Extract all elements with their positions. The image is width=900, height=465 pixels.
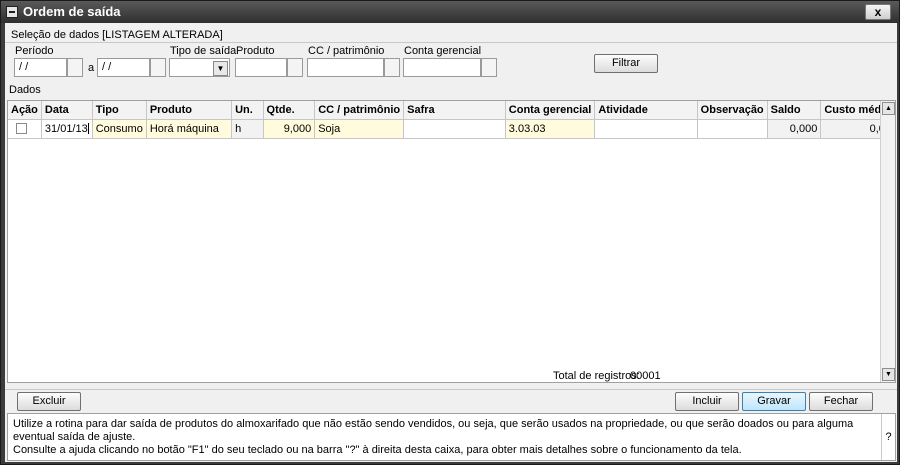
periodo-a-label: a — [88, 62, 95, 74]
periodo-start-calendar-button[interactable] — [67, 58, 83, 77]
cell-data-value: 31/01/13 — [44, 122, 88, 135]
close-button[interactable]: x — [865, 4, 891, 20]
column-header-atividade[interactable]: Atividade — [594, 101, 698, 120]
tipo-saida-label: Tipo de saída — [170, 45, 237, 57]
filtrar-button[interactable]: Filtrar — [594, 54, 658, 73]
selection-divider — [5, 42, 897, 43]
periodo-end-input[interactable]: / / — [97, 58, 150, 77]
main-window: Ordem de saída x Seleção de dados [LISTA… — [0, 0, 900, 465]
cell-conta-gerencial[interactable]: 3.03.03 — [505, 119, 596, 139]
client-area: Seleção de dados [LISTAGEM ALTERADA] Per… — [5, 23, 897, 462]
title-bar[interactable]: Ordem de saída x — [1, 1, 899, 23]
total-registros-label: Total de registros: — [553, 370, 640, 382]
incluir-button[interactable]: Incluir — [675, 392, 739, 411]
cell-qtde[interactable]: 9,000 — [263, 119, 316, 139]
conta-gerencial-input[interactable] — [403, 58, 481, 77]
column-header-conta-gerencial[interactable]: Conta gerencial — [505, 101, 596, 120]
column-header-un[interactable]: Un. — [231, 101, 264, 120]
cell-saldo: 0,000 — [767, 119, 822, 139]
cell-cc-patrimonio[interactable]: Soja — [314, 119, 405, 139]
grid-header-row: Ação Data Tipo Produto Un. Qtde. CC / pa… — [8, 101, 895, 120]
produto-label: Produto — [236, 45, 275, 57]
row-action-cell[interactable] — [8, 119, 42, 139]
column-header-safra[interactable]: Safra — [403, 101, 506, 120]
help-text: Utilize a rotina para dar saída de produ… — [13, 418, 873, 457]
help-line-2: Consulte a ajuda clicando no botão "F1" … — [13, 444, 742, 456]
excluir-button[interactable]: Excluir — [17, 392, 81, 411]
scroll-down-icon[interactable]: ▼ — [882, 368, 895, 381]
tipo-saida-select[interactable]: ▼ — [169, 58, 230, 77]
cell-atividade[interactable] — [594, 119, 698, 139]
row-checkbox[interactable] — [16, 123, 27, 135]
produto-lookup-button[interactable] — [287, 58, 303, 77]
cc-patrimonio-label: CC / patrimônio — [308, 45, 385, 57]
conta-gerencial-lookup-button[interactable] — [481, 58, 497, 77]
cc-patrimonio-lookup-button[interactable] — [384, 58, 400, 77]
column-header-observacao[interactable]: Observação — [697, 101, 768, 120]
vertical-scrollbar[interactable]: ▲ ▼ — [880, 101, 895, 382]
help-line-1: Utilize a rotina para dar saída de produ… — [13, 418, 854, 443]
column-header-data[interactable]: Data — [41, 101, 93, 120]
periodo-end-calendar-button[interactable] — [150, 58, 166, 77]
periodo-label: Período — [15, 45, 54, 57]
column-header-acao[interactable]: Ação — [8, 101, 42, 120]
scroll-up-icon[interactable]: ▲ — [882, 102, 895, 115]
grid-table: Ação Data Tipo Produto Un. Qtde. CC / pa… — [8, 101, 895, 139]
window-title: Ordem de saída — [23, 4, 121, 19]
dados-caption: Dados — [9, 84, 41, 96]
cell-un[interactable]: h — [231, 119, 264, 139]
table-row[interactable]: 31/01/13 Consumo Horá máquina h 9,000 So… — [8, 119, 895, 139]
column-header-produto[interactable]: Produto — [146, 101, 233, 120]
column-header-saldo[interactable]: Saldo — [767, 101, 822, 120]
cc-patrimonio-input[interactable] — [307, 58, 384, 77]
help-box: Utilize a rotina para dar saída de produ… — [7, 413, 896, 461]
cell-produto[interactable]: Horá máquina — [146, 119, 233, 139]
cell-observacao[interactable] — [697, 119, 768, 139]
fechar-button[interactable]: Fechar — [809, 392, 873, 411]
conta-gerencial-label: Conta gerencial — [404, 45, 482, 57]
column-header-qtde[interactable]: Qtde. — [263, 101, 316, 120]
column-header-cc-patrimonio[interactable]: CC / patrimônio — [314, 101, 405, 120]
selection-caption: Seleção de dados [LISTAGEM ALTERADA] — [11, 29, 223, 41]
text-cursor — [87, 123, 89, 135]
column-header-tipo[interactable]: Tipo — [92, 101, 147, 120]
cell-data[interactable]: 31/01/13 — [41, 119, 93, 139]
gravar-button[interactable]: Gravar — [742, 392, 806, 411]
periodo-start-input[interactable]: / / — [14, 58, 67, 77]
produto-input[interactable] — [235, 58, 287, 77]
cell-tipo[interactable]: Consumo — [92, 119, 147, 139]
help-question-button[interactable]: ? — [881, 414, 895, 460]
data-grid[interactable]: Ação Data Tipo Produto Un. Qtde. CC / pa… — [7, 100, 896, 383]
cell-safra[interactable] — [403, 119, 506, 139]
footer-divider — [5, 389, 897, 390]
chevron-down-icon[interactable]: ▼ — [213, 61, 228, 76]
total-registros-value: 00001 — [630, 370, 661, 382]
system-menu-icon[interactable] — [6, 6, 18, 18]
